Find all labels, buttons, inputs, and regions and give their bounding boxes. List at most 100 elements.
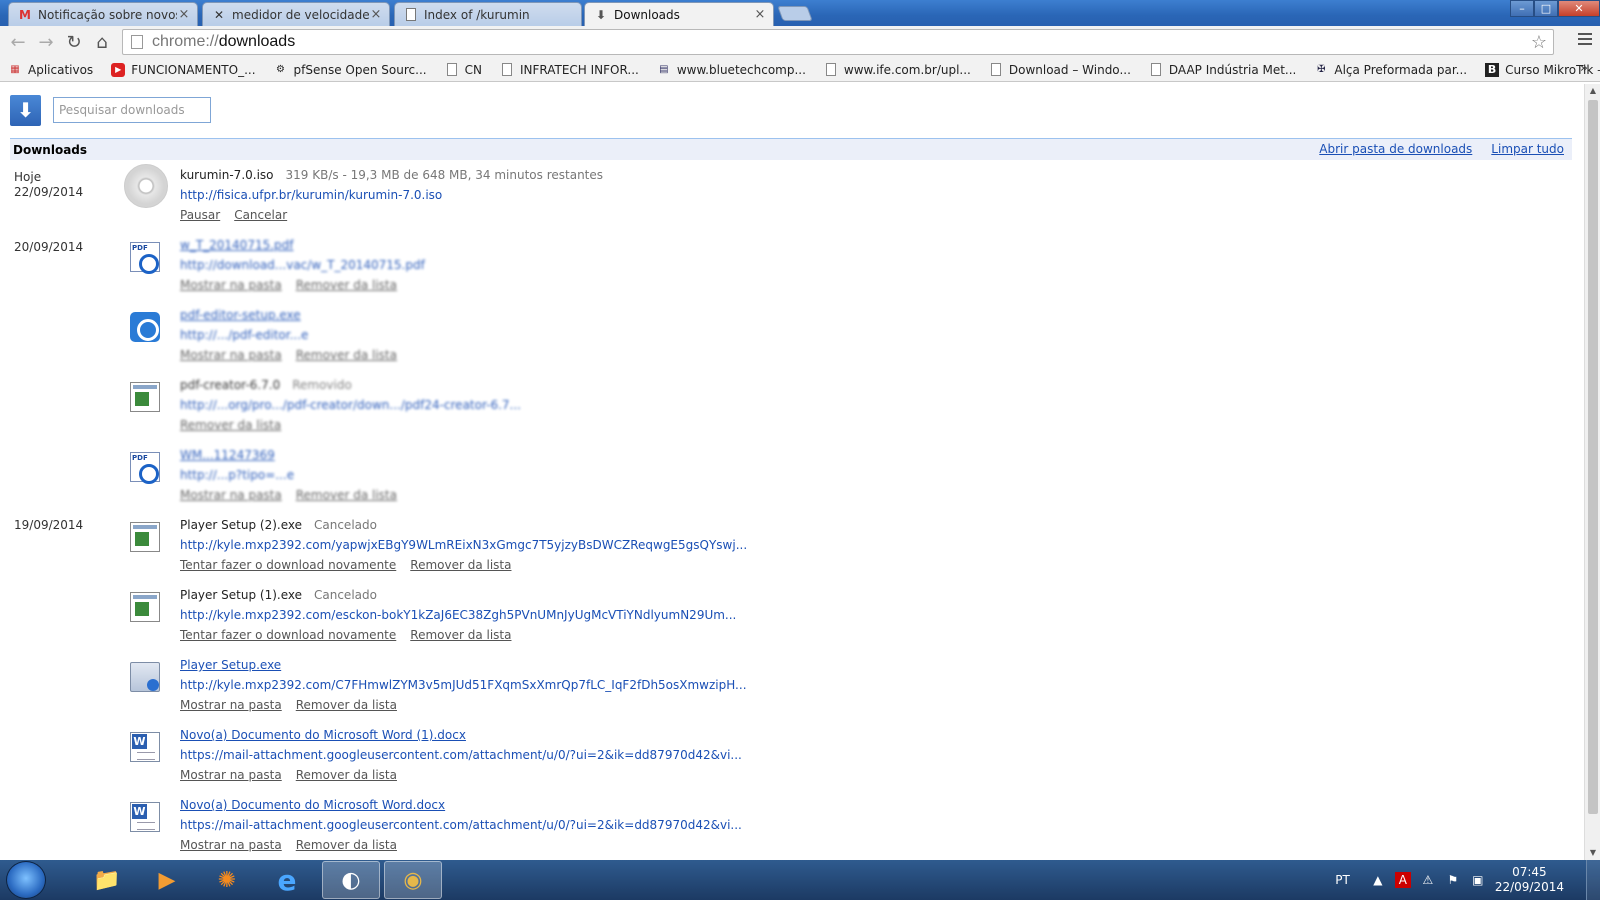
start-button[interactable] [6,861,46,899]
close-icon[interactable]: × [177,7,191,22]
remove-from-list-link[interactable]: Remover da lista [296,768,397,782]
scroll-up-icon[interactable]: ▲ [1585,84,1600,98]
scroll-down-icon[interactable]: ▼ [1585,846,1600,860]
chrome-menu-button[interactable] [1578,33,1592,48]
remove-from-list-link[interactable]: Remover da lista [410,558,511,572]
download-url[interactable]: http://kyle.mxp2392.com/esckon-bokY1kZaJ… [180,608,736,622]
show-in-folder-link[interactable]: Mostrar na pasta [180,348,282,362]
show-in-folder-link[interactable]: Mostrar na pasta [180,698,282,712]
pause-link[interactable]: Pausar [180,208,220,222]
download-url[interactable]: http://kyle.mxp2392.com/C7FHmwlZYM3v5mJU… [180,678,747,692]
downloads-logo-icon: ⬇ [10,94,41,126]
remove-from-list-link[interactable]: Remover da lista [296,348,397,362]
back-button[interactable]: ← [4,28,32,56]
tab-index-kurumin[interactable]: Index of /kurumin [394,2,582,26]
acrobat-icon[interactable]: A [1394,872,1411,888]
forward-button[interactable]: → [32,28,60,56]
search-downloads-input[interactable] [53,97,211,123]
bookmark-funcionamento[interactable]: ▶ FUNCIONAMENTO_... [111,62,256,77]
show-hidden-icons-icon[interactable]: ▲ [1370,872,1386,888]
download-url[interactable]: http://...p?tipo=...e [180,468,294,482]
download-url[interactable]: https://mail-attachment.googleuserconten… [180,818,742,832]
download-url[interactable]: http://kyle.mxp2392.com/yapwjxEBgY9WLmRE… [180,538,747,552]
clock[interactable]: 07:45 22/09/2014 [1495,865,1564,895]
new-tab-button[interactable] [777,6,813,21]
bookmark-star-icon[interactable]: ☆ [1531,32,1547,53]
tab-strip: M Notificação sobre novos t × ✕ medidor … [0,0,1600,26]
bookmarks-overflow-button[interactable]: » [1580,61,1588,76]
bookmark-label: FUNCIONAMENTO_... [131,62,256,77]
action-center-flag-icon[interactable]: ⚑ [1445,872,1461,888]
show-in-folder-link[interactable]: Mostrar na pasta [180,768,282,782]
remove-from-list-link[interactable]: Remover da lista [296,488,397,502]
pdf-editor-app-icon [130,312,160,342]
avast-icon[interactable]: ✺ [198,861,256,899]
bookmark-infratech[interactable]: INFRATECH INFOR... [500,63,639,77]
vertical-scrollbar[interactable]: ▲ ▼ [1584,84,1600,860]
reload-icon: ↻ [66,31,82,53]
download-filename[interactable]: Novo(a) Documento do Microsoft Word (1).… [180,728,466,742]
retry-download-link[interactable]: Tentar fazer o download novamente [180,628,396,642]
download-filename[interactable]: Novo(a) Documento do Microsoft Word.docx [180,798,445,812]
show-in-folder-link[interactable]: Mostrar na pasta [180,838,282,852]
bookmark-download-windows[interactable]: Download – Windo... [989,63,1131,77]
show-desktop-button[interactable] [1586,860,1600,900]
download-url[interactable]: http://.../pdf-editor...e [180,328,308,342]
chrome-icon[interactable]: ◉ [384,861,442,899]
skype-like-icon[interactable]: ◐ [322,861,380,899]
page-icon [989,63,1003,77]
tab-gmail[interactable]: M Notificação sobre novos t × [8,2,198,26]
download-filename[interactable]: pdf-editor-setup.exe [180,308,301,322]
explorer-icon[interactable]: 📁 [78,861,136,899]
remove-from-list-link[interactable]: Remover da lista [410,628,511,642]
bookmark-daap[interactable]: DAAP Indústria Met... [1149,63,1296,77]
maximize-button[interactable]: □ [1534,0,1558,17]
reload-button[interactable]: ↻ [60,28,88,56]
remove-from-list-link[interactable]: Remover da lista [296,838,397,852]
close-icon[interactable]: × [369,7,383,22]
show-in-folder-link[interactable]: Mostrar na pasta [180,278,282,292]
remove-from-list-link[interactable]: Remover da lista [296,698,397,712]
bookmark-alca-preformada[interactable]: ✠ Alça Preformada par... [1314,63,1467,77]
cancel-link[interactable]: Cancelar [234,208,287,222]
address-scheme: chrome:// [152,33,219,50]
day-date: 20/09/2014 [14,240,84,254]
remove-from-list-link[interactable]: Remover da lista [296,278,397,292]
download-status: 319 KB/s - 19,3 MB de 648 MB, 34 minutos… [285,168,604,182]
retry-download-link[interactable]: Tentar fazer o download novamente [180,558,396,572]
close-icon[interactable]: × [753,7,767,22]
media-player-icon[interactable]: ▶ [138,861,196,899]
day-group-today: Hoje 22/09/2014 [14,170,83,200]
download-filename[interactable]: WM...11247369 [180,448,275,462]
clear-all-link[interactable]: Limpar tudo [1491,142,1564,156]
language-indicator[interactable]: PT [1335,873,1350,887]
show-in-folder-link[interactable]: Mostrar na pasta [180,488,282,502]
open-downloads-folder-link[interactable]: Abrir pasta de downloads [1319,142,1472,156]
tab-downloads[interactable]: ⬇ Downloads × [584,2,774,26]
download-url[interactable]: https://mail-attachment.googleuserconten… [180,748,742,762]
download-filename[interactable]: w_T_20140715.pdf [180,238,294,252]
scrollbar-thumb[interactable] [1588,100,1598,814]
minimize-button[interactable]: – [1510,0,1534,17]
bookmark-bluetech[interactable]: ▤ www.bluetechcomp... [657,63,806,77]
download-filename[interactable]: Player Setup.exe [180,658,281,672]
internet-explorer-icon[interactable]: e [258,861,316,899]
download-url[interactable]: http://...org/pro.../pdf-creator/down...… [180,398,521,412]
x-icon: ✕ [213,7,225,22]
page-icon [131,35,143,49]
network-warning-icon[interactable]: ⚠ [1420,872,1436,888]
home-button[interactable]: ⌂ [88,28,116,56]
download-url[interactable]: http://download...vac/w_T_20140715.pdf [180,258,425,272]
bookmark-ife[interactable]: www.ife.com.br/upl... [824,63,971,77]
bookmark-cn[interactable]: CN [445,63,482,77]
bookmark-pfsense[interactable]: ⚙ pfSense Open Sourc... [274,63,427,77]
network-icon[interactable]: ▣ [1470,872,1486,888]
downloads-header: ⬇ [10,94,211,126]
remove-from-list-link[interactable]: Remover da lista [180,418,281,432]
page-icon [403,8,419,22]
bookmark-apps[interactable]: ▦ Aplicativos [8,63,93,77]
tab-speed-meter[interactable]: ✕ medidor de velocidade id × [202,2,390,26]
address-bar[interactable]: chrome://downloads ☆ [122,29,1554,55]
close-window-button[interactable]: ✕ [1558,0,1600,17]
download-url[interactable]: http://fisica.ufpr.br/kurumin/kurumin-7.… [180,188,442,202]
